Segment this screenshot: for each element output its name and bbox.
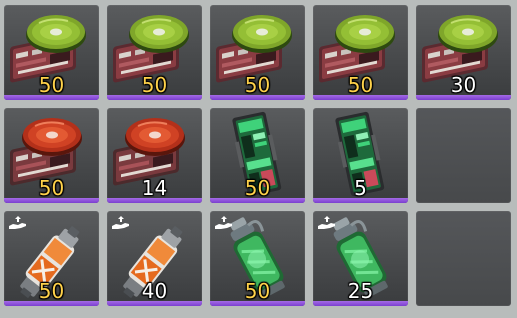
- inventory-slot[interactable]: 40: [107, 211, 202, 306]
- inventory-slot-empty[interactable]: [416, 108, 511, 203]
- rarity-bar: [313, 198, 408, 203]
- item-quantity: 50: [347, 73, 374, 97]
- rarity-bar: [313, 301, 408, 306]
- rarity-bar: [210, 198, 305, 203]
- rarity-bar: [107, 198, 202, 203]
- item-quantity: 50: [244, 176, 271, 200]
- inventory-slot[interactable]: 25: [313, 211, 408, 306]
- item-quantity: 5: [354, 176, 367, 200]
- item-quantity: 25: [347, 279, 374, 303]
- rarity-bar: [4, 198, 99, 203]
- item-quantity: 50: [244, 73, 271, 97]
- item-quantity: 14: [141, 176, 168, 200]
- rarity-bar: [313, 95, 408, 100]
- hand-receive-icon: [111, 215, 131, 231]
- inventory-slot[interactable]: 50: [313, 5, 408, 100]
- inventory-slot[interactable]: 50: [4, 5, 99, 100]
- item-quantity: 50: [38, 279, 65, 303]
- rarity-bar: [416, 95, 511, 100]
- inventory-slot[interactable]: 50: [107, 5, 202, 100]
- inventory-slot[interactable]: 50: [210, 108, 305, 203]
- rarity-bar: [4, 95, 99, 100]
- rarity-bar: [4, 301, 99, 306]
- item-quantity: 30: [450, 73, 477, 97]
- rarity-bar: [107, 95, 202, 100]
- rarity-bar: [210, 95, 305, 100]
- inventory-slot-empty[interactable]: [416, 211, 511, 306]
- hand-receive-icon: [317, 215, 337, 231]
- rarity-bar: [210, 301, 305, 306]
- inventory-slot[interactable]: 50: [210, 5, 305, 100]
- hand-receive-icon: [214, 215, 234, 231]
- item-quantity: 50: [38, 176, 65, 200]
- item-quantity: 40: [141, 279, 168, 303]
- item-quantity: 50: [38, 73, 65, 97]
- inventory-slot[interactable]: 50: [210, 211, 305, 306]
- inventory-slot[interactable]: 5: [313, 108, 408, 203]
- inventory-slot[interactable]: 30: [416, 5, 511, 100]
- inventory-slot[interactable]: 50: [4, 108, 99, 203]
- rarity-bar: [107, 301, 202, 306]
- item-quantity: 50: [141, 73, 168, 97]
- inventory-slot[interactable]: 50: [4, 211, 99, 306]
- item-quantity: 50: [244, 279, 271, 303]
- hand-receive-icon: [8, 215, 28, 231]
- inventory-grid: 50 50 50 50 30 50 14 50 5 50 40 50 25: [0, 0, 517, 318]
- inventory-slot[interactable]: 14: [107, 108, 202, 203]
